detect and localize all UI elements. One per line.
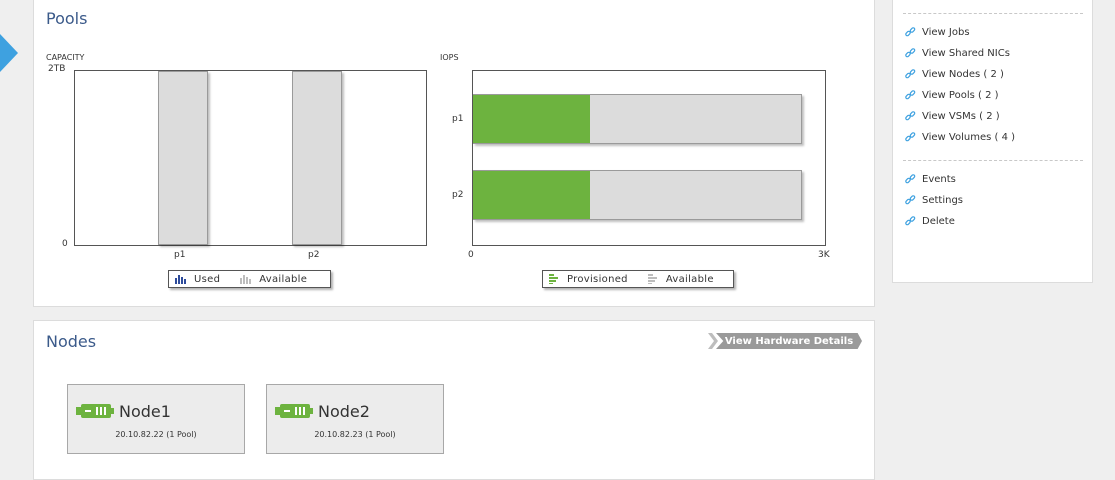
view-shared-nics-link[interactable]: View Shared NICs xyxy=(905,48,1010,59)
nodes-title: Nodes xyxy=(46,332,97,351)
events-link[interactable]: Events xyxy=(905,174,956,185)
link-icon xyxy=(905,111,916,121)
view-nodes-label: View Nodes ( 2 ) xyxy=(922,69,1004,80)
capacity-y-min: 0 xyxy=(62,239,68,249)
capacity-y-max: 2TB xyxy=(48,64,66,74)
nodes-panel: Nodes View Hardware Details Node1 20.10.… xyxy=(33,320,875,480)
bars-used-icon xyxy=(175,275,186,284)
iops-x-max: 3K xyxy=(818,250,830,260)
iops-plot xyxy=(472,70,826,246)
capacity-legend: Used Available xyxy=(168,270,331,288)
link-icon xyxy=(905,132,916,142)
hardware-chevron-icon xyxy=(708,333,718,349)
link-icon xyxy=(905,216,916,226)
bars-available-icon xyxy=(240,275,252,284)
view-pools-label: View Pools ( 2 ) xyxy=(922,90,999,101)
actions-sidebar: View Jobs View Shared NICs View Nodes ( … xyxy=(892,0,1093,283)
view-nodes-link[interactable]: View Nodes ( 2 ) xyxy=(905,69,1004,80)
iops-legend: Provisioned Available xyxy=(542,270,734,288)
capacity-x-tick-p1: p1 xyxy=(174,250,186,260)
capacity-plot xyxy=(74,70,427,246)
events-label: Events xyxy=(922,174,956,185)
view-jobs-link[interactable]: View Jobs xyxy=(905,27,970,38)
iops-provisioned-bar-p2 xyxy=(473,171,590,219)
capacity-bar-p1 xyxy=(158,71,208,245)
sidebar-divider xyxy=(903,160,1083,161)
pools-title: Pools xyxy=(46,9,88,28)
capacity-label: CAPACITY xyxy=(46,53,85,62)
link-icon xyxy=(905,90,916,100)
capacity-bar-p2 xyxy=(292,71,342,245)
node-info: 20.10.82.23 (1 Pool) xyxy=(314,430,396,439)
iops-y-tick-p2: p2 xyxy=(452,190,464,200)
iops-x-min: 0 xyxy=(468,250,474,260)
sidebar-divider xyxy=(903,13,1083,14)
view-hardware-details-button[interactable]: View Hardware Details xyxy=(716,333,862,349)
selection-arrow xyxy=(0,34,18,72)
legend-provisioned-label: Provisioned xyxy=(567,273,628,285)
legend-used: Used xyxy=(175,274,220,285)
capacity-x-tick-p2: p2 xyxy=(308,250,320,260)
settings-label: Settings xyxy=(922,195,964,206)
legend-iops-available: Available xyxy=(647,273,714,285)
node-info: 20.10.82.22 (1 Pool) xyxy=(115,430,197,439)
view-volumes-link[interactable]: View Volumes ( 4 ) xyxy=(905,132,1015,143)
node-name: Node2 xyxy=(318,402,370,421)
server-icon xyxy=(275,404,313,418)
view-vsms-label: View VSMs ( 2 ) xyxy=(922,111,1000,122)
iops-label: IOPS xyxy=(440,53,459,62)
view-pools-link[interactable]: View Pools ( 2 ) xyxy=(905,90,999,101)
link-icon xyxy=(905,195,916,205)
legend-available: Available xyxy=(240,274,307,285)
pools-panel: Pools CAPACITY 2TB 0 p1 p2 Used Availabl… xyxy=(33,0,875,307)
view-jobs-label: View Jobs xyxy=(922,27,970,38)
link-icon xyxy=(905,69,916,79)
legend-available-label: Available xyxy=(259,273,308,285)
legend-iops-available-label: Available xyxy=(665,273,714,285)
link-icon xyxy=(905,48,916,58)
node-card[interactable]: Node2 20.10.82.23 (1 Pool) xyxy=(266,384,444,454)
link-icon xyxy=(905,27,916,37)
view-shared-nics-label: View Shared NICs xyxy=(922,48,1010,59)
iops-y-tick-p1: p1 xyxy=(452,114,464,124)
view-vsms-link[interactable]: View VSMs ( 2 ) xyxy=(905,111,1000,122)
legend-provisioned: Provisioned xyxy=(549,274,628,285)
hbars-available-icon xyxy=(647,274,657,284)
legend-used-label: Used xyxy=(194,273,221,285)
view-volumes-label: View Volumes ( 4 ) xyxy=(922,132,1016,143)
link-icon xyxy=(905,174,916,184)
delete-label: Delete xyxy=(922,216,955,227)
iops-provisioned-bar-p1 xyxy=(473,95,590,143)
node-name: Node1 xyxy=(119,402,171,421)
node-card[interactable]: Node1 20.10.82.22 (1 Pool) xyxy=(67,384,245,454)
settings-link[interactable]: Settings xyxy=(905,195,963,206)
delete-link[interactable]: Delete xyxy=(905,216,955,227)
server-icon xyxy=(76,404,114,418)
hbars-provisioned-icon xyxy=(549,274,558,284)
